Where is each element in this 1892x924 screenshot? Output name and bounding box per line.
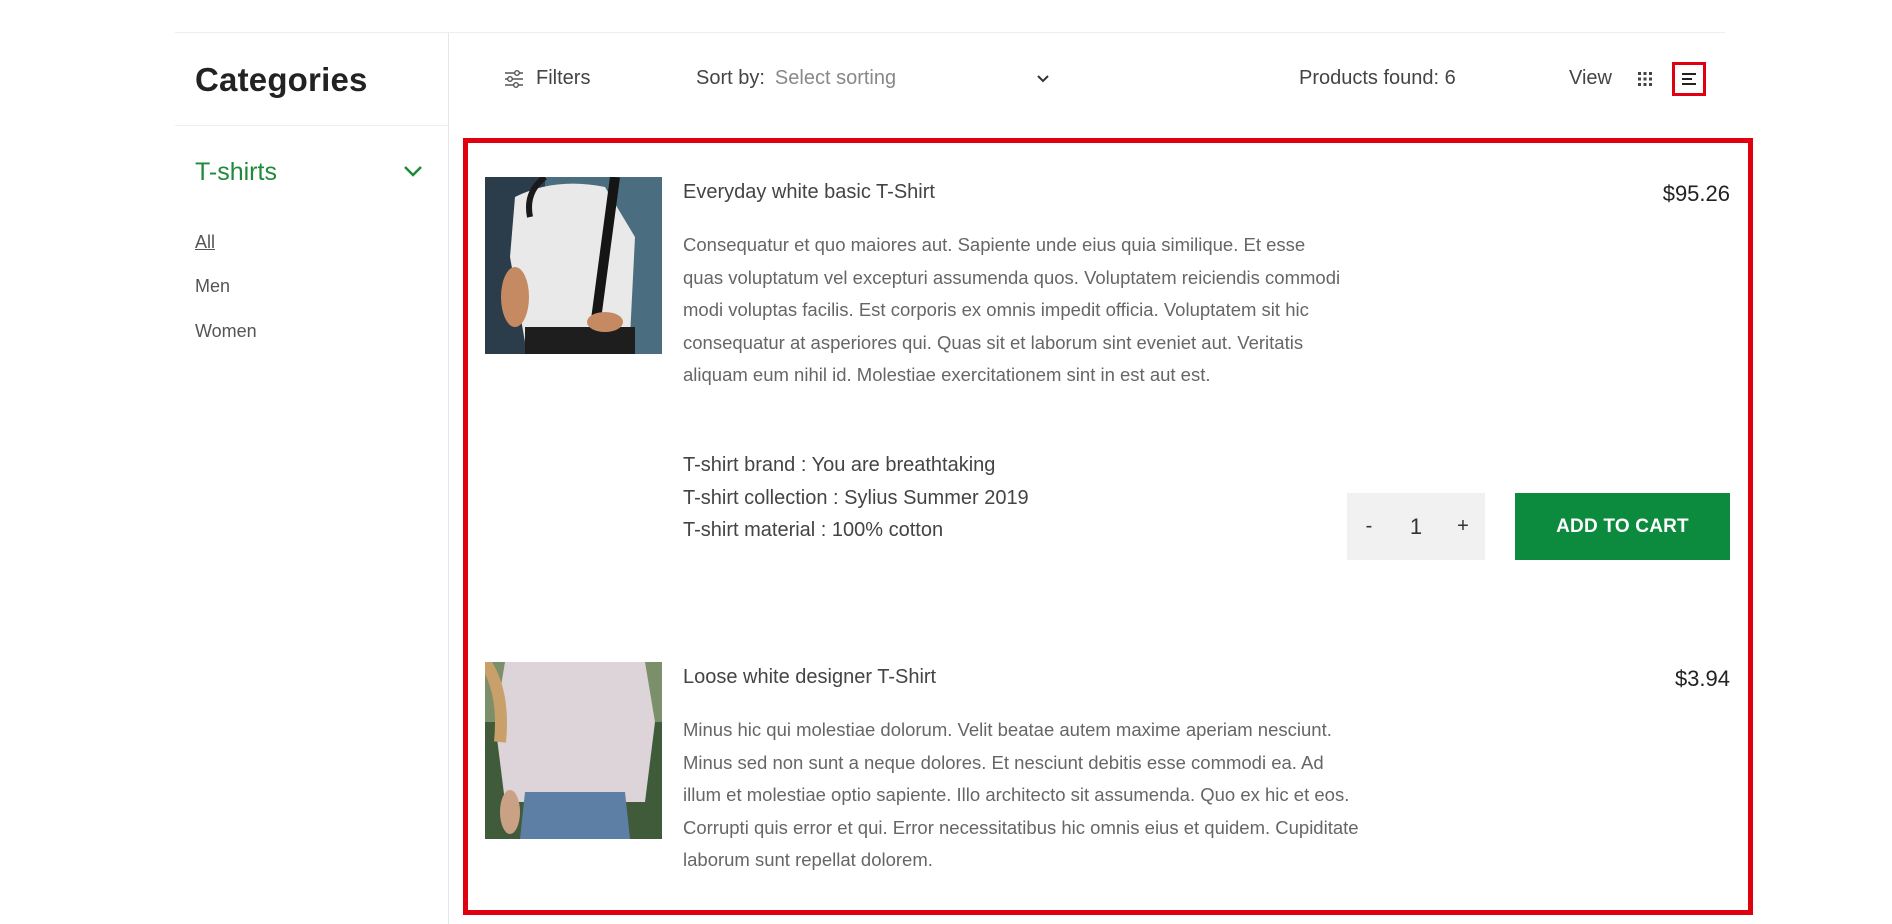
- sort-value: Select sorting: [774, 67, 897, 89]
- product-name[interactable]: Everyday white basic T-Shirt: [683, 181, 935, 204]
- categories-sidebar: Categories T-shirts All Men Women: [175, 33, 449, 924]
- product-description: Consequatur et quo maiores aut. Sapiente…: [683, 234, 1341, 385]
- category-tshirts[interactable]: T-shirts: [195, 158, 277, 187]
- filters-button[interactable]: Filters: [504, 67, 590, 90]
- product-description: Minus hic qui molestiae dolorum. Velit b…: [683, 719, 1359, 870]
- add-to-cart-button[interactable]: ADD TO CART: [1515, 493, 1730, 560]
- quantity-input[interactable]: 1: [1410, 514, 1422, 540]
- attribute-material: T-shirt material : 100% cotton: [683, 519, 944, 541]
- list-view-button[interactable]: [1672, 62, 1706, 96]
- products-toolbar: Filters Sort by: Select sorting Products…: [449, 33, 1724, 125]
- product-name[interactable]: Loose white designer T-Shirt: [683, 666, 936, 689]
- view-label: View: [1569, 67, 1612, 89]
- categories-title: Categories: [195, 61, 368, 98]
- sliders-icon: [505, 69, 523, 88]
- filters-label: Filters: [536, 67, 591, 89]
- categories-divider: [175, 125, 448, 126]
- product-image[interactable]: [485, 177, 662, 354]
- product-image[interactable]: [485, 662, 662, 839]
- quantity-stepper: - 1 +: [1347, 493, 1485, 560]
- quantity-decrease-button[interactable]: -: [1361, 515, 1377, 538]
- subcategory-women-link[interactable]: Women: [195, 321, 257, 342]
- chevron-down-icon[interactable]: [403, 164, 423, 178]
- attribute-collection: T-shirt collection : Sylius Summer 2019: [683, 486, 1029, 509]
- products-found-count: 6: [1444, 67, 1456, 89]
- product-price: $3.94: [1674, 666, 1730, 691]
- subcategory-men-link[interactable]: Men: [195, 276, 230, 297]
- products-found-label: Products found:: [1299, 67, 1440, 89]
- sort-select[interactable]: Sort by: Select sorting: [696, 67, 1051, 90]
- quantity-increase-button[interactable]: +: [1455, 515, 1471, 538]
- grid-view-icon[interactable]: [1637, 71, 1653, 87]
- attribute-brand: T-shirt brand : You are breathtaking: [683, 454, 996, 476]
- product-price: $95.26: [1662, 181, 1730, 206]
- subcategory-all-link[interactable]: All: [195, 232, 215, 253]
- product-attributes: T-shirt brand : You are breathtaking T-s…: [683, 449, 1029, 547]
- sort-label: Sort by:: [696, 67, 765, 89]
- chevron-down-icon: [1037, 74, 1049, 82]
- products-found: Products found: 6: [1299, 67, 1456, 90]
- list-view-icon: [1682, 73, 1696, 85]
